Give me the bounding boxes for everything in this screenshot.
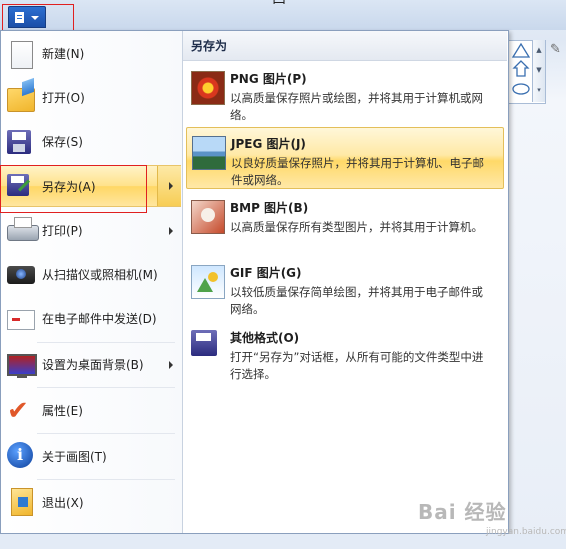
- submenu-item-title: PNG 图片(P): [230, 72, 307, 86]
- chevron-right-icon: [169, 182, 173, 190]
- menu-left-column: 新建(N) 打开(O) 保存(S) 另存为(A) 打印(P) 从扫描仪或照相机(…: [0, 31, 182, 533]
- window-title-fragment: 西: [272, 0, 286, 8]
- menu-item-label: 设置为桌面背景(B): [42, 358, 144, 372]
- png-image-icon: [191, 71, 225, 105]
- bmp-image-icon: [191, 200, 225, 234]
- save-as-png[interactable]: PNG 图片(P) 以高质量保存照片或绘图，并将其用于计算机或网络。: [186, 63, 504, 125]
- printer-icon: [7, 217, 39, 241]
- properties-check-icon: ✔: [7, 396, 29, 426]
- menu-item-label: 打开(O): [42, 91, 85, 105]
- menu-item-label: 在电子邮件中发送(D): [42, 312, 157, 326]
- chevron-right-icon: [169, 227, 173, 235]
- menu-item-label: 属性(E): [42, 404, 83, 418]
- other-formats-icon: [191, 330, 217, 356]
- watermark-logo: Bai 经验: [418, 500, 507, 524]
- open-folder-icon: [7, 88, 35, 112]
- shapes-icons: [511, 42, 531, 95]
- desktop-background-icon: [7, 354, 37, 378]
- menu-item-label: 打印(P): [42, 224, 83, 238]
- status-strip: [0, 534, 566, 549]
- submenu-item-description: 以良好质量保存照片，并将其用于计算机、电子邮件或网络。: [231, 156, 484, 187]
- menu-item-about[interactable]: i 关于画图(T): [1, 437, 181, 477]
- paint-app-menu: 新建(N) 打开(O) 保存(S) 另存为(A) 打印(P) 从扫描仪或照相机(…: [0, 30, 509, 534]
- save-icon: [7, 130, 31, 154]
- save-as-submenu: 另存为 PNG 图片(P) 以高质量保存照片或绘图，并将其用于计算机或网络。 J…: [182, 31, 508, 533]
- menu-item-label: 退出(X): [42, 496, 84, 510]
- watermark-url: jingyan.baidu.com: [486, 527, 566, 537]
- menu-item-label: 关于画图(T): [42, 450, 107, 464]
- submenu-item-title: JPEG 图片(J): [231, 137, 306, 151]
- save-as-submenu-button[interactable]: [157, 166, 181, 206]
- menu-item-label: 从扫描仪或照相机(M): [42, 268, 158, 282]
- menu-separator: [37, 479, 175, 480]
- save-as-gif[interactable]: GIF 图片(G) 以较低质量保存简单绘图，并将其用于电子邮件或网络。: [186, 257, 504, 319]
- scroll-up-icon[interactable]: ▲: [533, 40, 545, 60]
- save-as-bmp[interactable]: BMP 图片(B) 以高质量保存所有类型图片，并将其用于计算机。: [186, 192, 504, 254]
- pencil-tool-icon[interactable]: ✎: [550, 42, 561, 57]
- email-icon: [7, 310, 35, 330]
- menu-separator: [37, 387, 175, 388]
- submenu-item-title: GIF 图片(G): [230, 266, 302, 280]
- menu-item-label: 新建(N): [42, 47, 85, 61]
- gif-image-icon: [191, 265, 225, 299]
- new-file-icon: [11, 41, 33, 69]
- menu-item-properties[interactable]: ✔ 属性(E): [1, 391, 181, 431]
- menu-item-new[interactable]: 新建(N): [1, 34, 181, 74]
- jpeg-image-icon: [192, 136, 226, 170]
- title-bar: 西: [0, 0, 566, 30]
- menu-separator: [37, 433, 175, 434]
- menu-item-save[interactable]: 保存(S): [1, 122, 181, 162]
- menu-item-from-scanner[interactable]: 从扫描仪或照相机(M): [1, 255, 181, 295]
- menu-item-print[interactable]: 打印(P): [1, 211, 181, 251]
- save-as-other-formats[interactable]: 其他格式(O) 打开“另存为”对话框，从所有可能的文件类型中进行选择。: [186, 322, 504, 384]
- gallery-expand-icon[interactable]: ▾: [533, 80, 545, 100]
- shapes-gallery-scroll[interactable]: ▲ ▼ ▾: [532, 40, 545, 102]
- annotation-highlight-save-as: [0, 165, 147, 213]
- submenu-item-description: 打开“另存为”对话框，从所有可能的文件类型中进行选择。: [230, 350, 484, 381]
- menu-item-exit[interactable]: 退出(X): [1, 483, 181, 523]
- submenu-item-title: 其他格式(O): [230, 331, 300, 345]
- chevron-right-icon: [169, 361, 173, 369]
- submenu-item-description: 以高质量保存所有类型图片，并将其用于计算机。: [230, 220, 483, 234]
- submenu-item-description: 以较低质量保存简单绘图，并将其用于电子邮件或网络。: [230, 285, 483, 316]
- scroll-down-icon[interactable]: ▼: [533, 60, 545, 80]
- menu-item-desktop-background[interactable]: 设置为桌面背景(B): [1, 345, 181, 385]
- info-icon: i: [7, 442, 33, 468]
- submenu-item-title: BMP 图片(B): [230, 201, 309, 215]
- menu-item-send-email[interactable]: 在电子邮件中发送(D): [1, 299, 181, 339]
- menu-item-open[interactable]: 打开(O): [1, 78, 181, 118]
- scanner-icon: [7, 266, 35, 284]
- save-as-jpeg[interactable]: JPEG 图片(J) 以良好质量保存照片，并将其用于计算机、电子邮件或网络。: [186, 127, 504, 189]
- menu-item-label: 保存(S): [42, 135, 83, 149]
- exit-icon: [11, 488, 33, 516]
- menu-separator: [37, 342, 175, 343]
- submenu-item-description: 以高质量保存照片或绘图，并将其用于计算机或网络。: [230, 91, 483, 122]
- submenu-title: 另存为: [183, 31, 507, 61]
